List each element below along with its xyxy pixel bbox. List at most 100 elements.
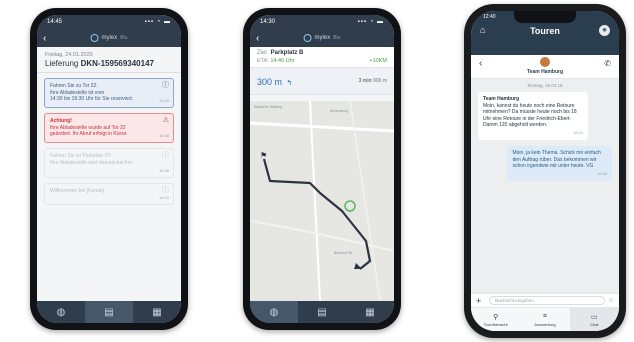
logo-subtext: Blu (120, 35, 128, 41)
remaining-group: 3 min 900 m (359, 78, 387, 84)
tab-auswertung[interactable]: ⌗ Auswertung (520, 308, 569, 331)
card-time: 14:38 (158, 132, 169, 138)
message-card-info[interactable]: Fahren Sie zu Tor 22. Ihre Abladestelle … (44, 78, 174, 108)
logo-subtext: Blu (333, 35, 341, 41)
phone-3: 12:40 ⌂ Touren ◉ ‹ Team Hamburg ✆ Montag… (464, 4, 626, 338)
map-graphic (250, 101, 394, 301)
delivery-date: Freitag, 24.01.2020 (45, 52, 93, 58)
card-time: 14:30 (158, 167, 169, 173)
tab-touruebersicht[interactable]: ⚲ Tourübersicht (471, 308, 520, 331)
eta-value: 14:46 Uhr (270, 58, 295, 64)
delivery-header: Lieferung DKN-159569340147 (37, 58, 181, 73)
message-time: 10:24 (572, 129, 583, 135)
phone-1-screen: 14:45 ▪▪▪ ◔ ▬ ‹ mylex Blu Freitag, 24.01… (37, 15, 181, 323)
card-line: Willkommen bei [Kunde] (50, 188, 104, 194)
phone-3-screen: 12:40 ⌂ Touren ◉ ‹ Team Hamburg ✆ Montag… (471, 11, 619, 331)
message-input-row: + Nachricht eingeben ☺ (471, 293, 619, 307)
globe-icon[interactable]: ◍ (37, 301, 85, 323)
tab-bar: ◍ ▤ ▦ (37, 301, 181, 323)
delivery-label: Lieferung (45, 59, 79, 68)
logo-icon (90, 34, 99, 42)
route-header: Ziel Parkplatz B ETA: 14:46 Uhr +10KM (250, 47, 394, 68)
status-bar: 14:45 ▪▪▪ ◔ ▬ (37, 15, 181, 29)
logo-icon (303, 34, 312, 42)
distance-value: 300 m (257, 77, 283, 87)
clipboard-icon[interactable]: ▤ (298, 301, 346, 323)
warning-icon: ⚠ (162, 117, 169, 124)
message-incoming: Team Hamburg Moin, kannst du heute noch … (478, 92, 588, 140)
globe-icon[interactable]: ◍ (250, 301, 298, 323)
info-icon: ⓘ (162, 82, 169, 89)
navigation-row: 300 m ↰ 3 min 900 m (250, 68, 394, 95)
add-icon[interactable]: + (476, 296, 486, 306)
message-text: Moin, kannst du heute noch eine Retoure … (483, 102, 577, 129)
back-icon[interactable]: ‹ (43, 33, 55, 44)
team-name: Team Hamburg (526, 69, 564, 75)
card-line: 14:30 bis 15:30 Uhr für Sie reserviert. (50, 96, 134, 102)
tab-label: Tourübersicht (483, 321, 508, 327)
document-icon[interactable]: ▦ (346, 301, 394, 323)
turn-left-icon: ↰ (286, 80, 293, 87)
avatar[interactable]: ◉ (599, 25, 610, 36)
phone-2-screen: 14:30 ▪▪▪ ◔ ▬ ‹ mylex Blu Ziel Parkplatz… (250, 15, 394, 323)
eta-label: ETA (257, 58, 268, 64)
message-input[interactable]: Nachricht eingeben (489, 296, 605, 305)
status-bar: 14:30 ▪▪▪ ◔ ▬ (250, 15, 394, 29)
eta-row: ETA: 14:46 Uhr +10KM (257, 58, 387, 64)
distance-group: 300 m ↰ (257, 72, 292, 90)
status-time: 12:40 (483, 14, 496, 20)
delivery-id: DKN-159569340147 (80, 59, 154, 68)
map-label: Südlicher Wallring (254, 105, 283, 109)
target-row: Ziel Parkplatz B (257, 50, 387, 56)
location-pin-icon: ⚲ (493, 313, 499, 321)
signal-icon: ▪▪▪ ◔ ▬ (144, 19, 171, 25)
eta-extra: +10KM (369, 58, 387, 64)
card-line: geändert. Ihr Abruf erfolgt in Kürze. (50, 131, 128, 137)
logo-text: mylex (314, 35, 331, 41)
app-logo: mylex Blu (303, 34, 341, 42)
bottom-tab-bar: ⚲ Tourübersicht ⌗ Auswertung ▭ Chat (471, 307, 619, 331)
chart-icon: ⌗ (543, 312, 547, 320)
remaining-time: 3 min (358, 78, 372, 84)
back-icon[interactable]: ‹ (256, 33, 268, 44)
card-line: Ihre Abladestelle wird demnächst frei. (50, 159, 134, 166)
map-label: Ahrensburg (330, 109, 349, 113)
chat-header: ‹ Team Hamburg ✆ (471, 55, 619, 79)
info-icon: ⓘ (162, 152, 169, 159)
card-time: 14:02 (158, 194, 169, 200)
route-start-flag-icon: ⚑ (260, 151, 268, 160)
tab-bar: ◍ ▤ ▦ (250, 301, 394, 323)
eta-group: ETA: 14:46 Uhr (257, 58, 295, 64)
message-card-muted[interactable]: Willkommen bei [Kunde] ⓘ 14:02 (44, 183, 174, 205)
emoji-icon[interactable]: ☺ (608, 298, 614, 304)
message-card-warning[interactable]: Achtung! Ihre Abladestelle wurde auf Tor… (44, 113, 174, 143)
tab-label: Chat (590, 321, 599, 327)
tab-chat[interactable]: ▭ Chat (569, 308, 619, 331)
map-label: Bahnhof Str. (334, 251, 354, 255)
app-logo: mylex Blu (90, 34, 128, 42)
clipboard-icon[interactable]: ▤ (85, 301, 133, 323)
route-map[interactable]: ⚑ Südlicher Wallring Ahrensburg Bahnhof … (250, 101, 394, 301)
page-title: Touren (530, 26, 560, 36)
day-label: Montag, 19.04.18 (527, 83, 563, 88)
status-time: 14:45 (47, 19, 63, 25)
phone-notch (514, 11, 576, 23)
signal-icon: ▪▪▪ ◔ ▬ (357, 19, 384, 25)
back-icon[interactable]: ‹ (479, 58, 482, 69)
message-card-muted[interactable]: Fahren Sie zu Parkplatz P2 Ihre Abladest… (44, 148, 174, 178)
target-value: Parkplatz B (270, 50, 304, 56)
message-time: 10:44 (596, 170, 607, 176)
chat-area: Montag, 19.04.18 Team Hamburg Moin, kann… (471, 79, 619, 293)
target-label: Ziel (257, 50, 267, 56)
document-icon[interactable]: ▦ (133, 301, 181, 323)
chat-bubble-icon: ▭ (591, 313, 598, 321)
phone-2: 14:30 ▪▪▪ ◔ ▬ ‹ mylex Blu Ziel Parkplatz… (243, 8, 401, 330)
phone-icon[interactable]: ✆ (604, 59, 611, 68)
card-time: 14:43 (158, 97, 169, 103)
phone-1: 14:45 ▪▪▪ ◔ ▬ ‹ mylex Blu Freitag, 24.01… (30, 8, 188, 330)
logo-text: mylex (101, 35, 118, 41)
message-text: Moin, ja kein Thema. Schick mir einfach … (512, 150, 601, 169)
status-time: 14:30 (260, 19, 276, 25)
app-bar: ‹ mylex Blu (37, 29, 181, 47)
app-bar: ‹ mylex Blu (250, 29, 394, 47)
